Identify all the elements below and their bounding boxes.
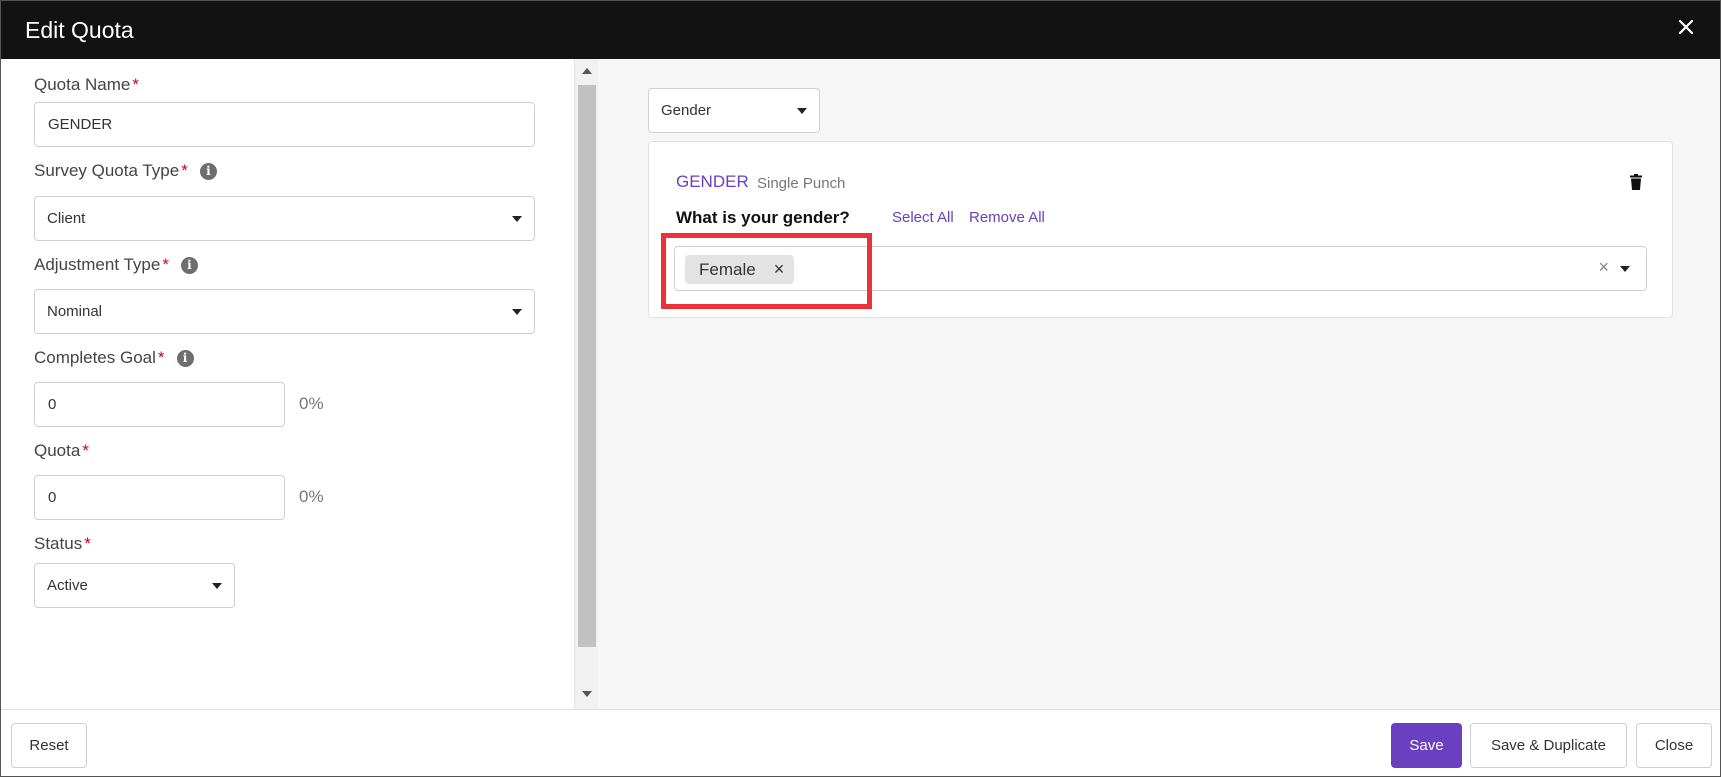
required-mark: * — [162, 255, 169, 274]
trash-icon[interactable] — [1627, 173, 1645, 191]
status-label: Status * — [34, 534, 91, 554]
remove-all-link[interactable]: Remove All — [969, 209, 1045, 226]
question-card: GENDER Single Punch What is your gender?… — [648, 141, 1673, 318]
chevron-down-icon — [212, 582, 222, 589]
question-type: Single Punch — [757, 175, 846, 192]
modal-header: Edit Quota — [1, 1, 1720, 59]
selected-answer-chip: Female × — [685, 255, 795, 284]
chip-label: Female — [699, 259, 756, 279]
status-value: Active — [47, 577, 88, 594]
question-text: What is your gender? — [676, 208, 850, 227]
survey-quota-type-label-text: Survey Quota Type — [34, 161, 180, 180]
completes-goal-label: Completes Goal * i — [34, 348, 194, 368]
info-icon[interactable]: i — [176, 349, 194, 367]
info-icon[interactable]: i — [180, 256, 198, 274]
status-label-text: Status — [34, 534, 83, 553]
modal-title: Edit Quota — [25, 17, 134, 43]
required-mark: * — [157, 348, 165, 367]
survey-quota-type-select[interactable]: Client — [34, 196, 535, 241]
chevron-down-icon — [512, 215, 522, 222]
required-mark: * — [132, 75, 140, 94]
completes-goal-input[interactable]: 0 — [34, 382, 285, 427]
clear-selection-icon[interactable]: × — [1598, 257, 1609, 278]
scroll-up-arrow-icon[interactable] — [582, 68, 592, 74]
close-icon[interactable] — [1674, 15, 1698, 39]
quota-percent: 0% — [299, 487, 324, 506]
adjustment-type-select[interactable]: Nominal — [34, 289, 535, 334]
scroll-thumb[interactable] — [578, 85, 596, 647]
quota-value: 0 — [48, 489, 57, 506]
adjustment-type-label-text: Adjustment Type — [34, 255, 161, 274]
survey-quota-type-value: Client — [47, 210, 86, 227]
question-code: GENDER — [676, 172, 749, 191]
survey-quota-type-label: Survey Quota Type * i — [34, 161, 217, 181]
quota-name-value: GENDER — [48, 116, 113, 133]
completes-goal-label-text: Completes Goal — [34, 348, 156, 367]
chevron-down-icon[interactable] — [1620, 266, 1630, 272]
required-mark: * — [84, 534, 91, 553]
close-button[interactable]: Close — [1636, 723, 1712, 768]
save-button[interactable]: Save — [1391, 723, 1462, 768]
required-mark: * — [181, 161, 188, 180]
remove-chip-icon[interactable]: × — [774, 259, 785, 280]
completes-goal-value: 0 — [48, 396, 57, 413]
quota-label: Quota * — [34, 441, 89, 461]
quota-form-panel: Quota Name * GENDER Survey Quota Type * i … — [1, 59, 574, 709]
status-select[interactable]: Active — [34, 563, 235, 608]
modal-footer: Reset Save Save & Duplicate Close — [1, 709, 1720, 776]
adjustment-type-value: Nominal — [47, 303, 103, 320]
info-icon[interactable]: i — [199, 162, 217, 180]
scroll-down-arrow-icon[interactable] — [582, 691, 592, 697]
answer-multi-select[interactable]: Female × × — [674, 246, 1647, 291]
edit-quota-modal: Edit Quota Quota Name * GENDER Survey Quo… — [0, 0, 1721, 777]
reset-button[interactable]: Reset — [11, 723, 87, 768]
adjustment-type-label: Adjustment Type * i — [34, 255, 198, 275]
save-duplicate-button[interactable]: Save & Duplicate — [1470, 723, 1627, 768]
quota-definition-panel: Gender GENDER Single Punch What is your … — [598, 59, 1720, 709]
variable-select-value: Gender — [661, 102, 712, 119]
quota-label-text: Quota — [34, 441, 81, 460]
chevron-down-icon — [797, 107, 807, 114]
required-mark: * — [82, 441, 89, 460]
quota-name-label-text: Quota Name — [34, 75, 131, 94]
quota-name-label: Quota Name * — [34, 75, 139, 95]
quota-name-input[interactable]: GENDER — [34, 102, 535, 147]
select-all-link[interactable]: Select All — [892, 209, 954, 226]
quota-input[interactable]: 0 — [34, 475, 285, 520]
completes-goal-percent: 0% — [299, 394, 324, 413]
chevron-down-icon — [512, 308, 522, 315]
variable-select[interactable]: Gender — [648, 88, 820, 133]
left-panel-scrollbar[interactable] — [574, 59, 598, 709]
